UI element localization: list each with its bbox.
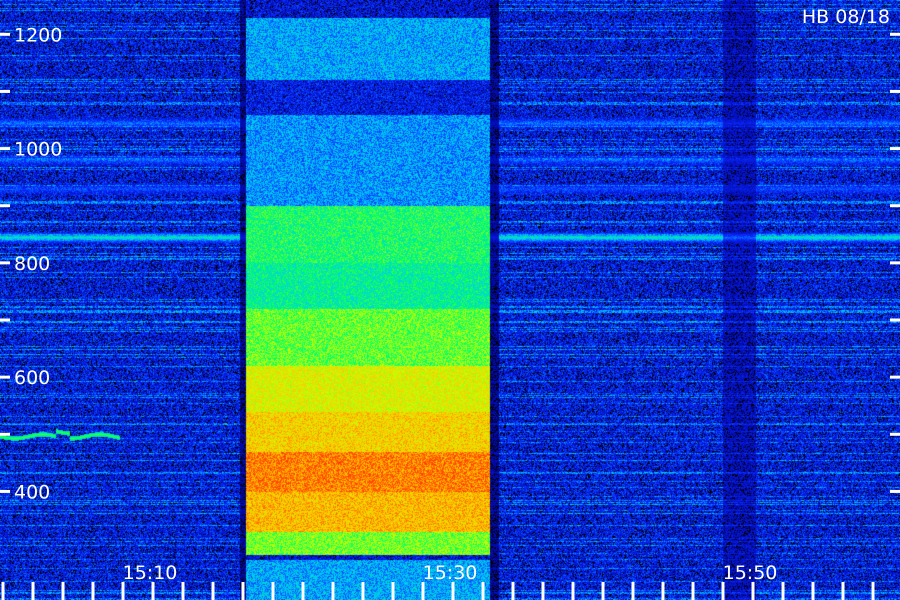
tick-marks <box>0 32 900 600</box>
x-tick-label: 15:50 <box>723 562 778 584</box>
axis-overlay: 400 600 800 1000 1200 15:10 15:30 15:50 HB 08/1… <box>0 6 900 600</box>
chart-annotation: HB 08/18 <box>802 6 890 28</box>
y-tick-label: 1200 <box>14 24 62 46</box>
y-tick-label: 400 <box>14 481 50 503</box>
y-tick-label: 600 <box>14 367 50 389</box>
x-tick-label: 15:10 <box>123 562 178 584</box>
y-tick-label: 800 <box>14 253 50 275</box>
y-tick-label: 1000 <box>14 139 62 161</box>
tick-labels: 400 600 800 1000 1200 15:10 15:30 15:50 <box>14 24 777 584</box>
spectrogram-chart: 400 600 800 1000 1200 15:10 15:30 15:50 HB 08/1… <box>0 0 900 600</box>
x-tick-label: 15:30 <box>423 562 478 584</box>
